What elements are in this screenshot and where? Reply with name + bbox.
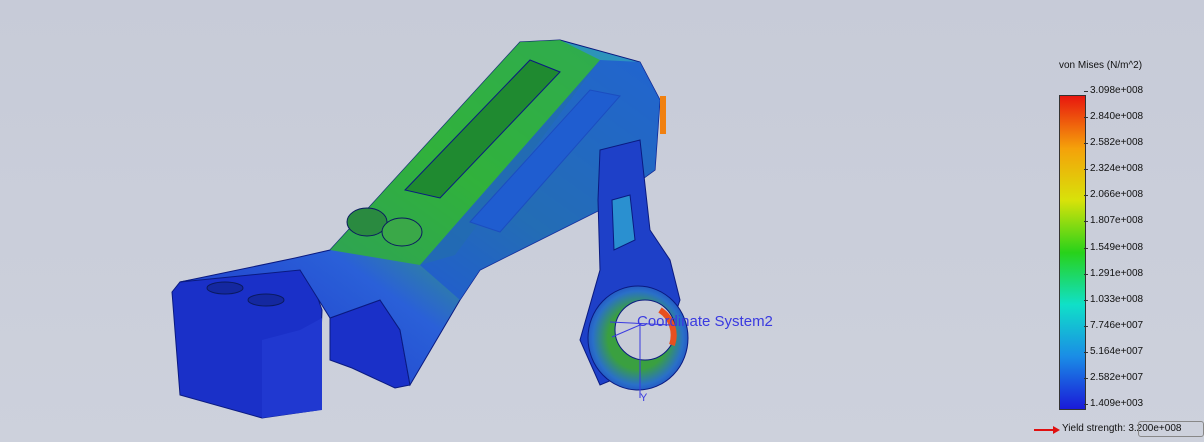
legend-color-bar	[1059, 95, 1086, 410]
legend-tick-label: 2.582e+008	[1083, 137, 1144, 149]
base-hole-2	[247, 293, 285, 307]
yield-arrow-icon	[1034, 426, 1060, 434]
legend-tick-label: 1.807e+008	[1083, 215, 1144, 227]
stress-plot-model[interactable]	[0, 0, 1040, 442]
legend-tick-label: 2.324e+008	[1083, 163, 1144, 175]
max-stress-spot	[660, 96, 666, 134]
yield-strength-indicator: Yield strength: 3.200e+008	[1034, 421, 1204, 439]
yield-value-box	[1138, 421, 1204, 437]
stress-legend[interactable]: von Mises (N/m^2) 3.098e+008 2.840e+008 2.…	[1050, 56, 1200, 416]
arm-hole-1	[346, 207, 388, 237]
legend-tick-label: 2.840e+008	[1083, 111, 1144, 123]
legend-title: von Mises (N/m^2)	[1059, 60, 1143, 71]
legend-tick-label: 7.746e+007	[1083, 319, 1144, 331]
legend-tick-label: 2.066e+008	[1083, 189, 1144, 201]
legend-tick-label: 1.409e+003	[1083, 398, 1144, 409]
legend-tick-label: 1.033e+008	[1083, 293, 1144, 305]
arm-hole-2	[381, 217, 423, 247]
coordinate-system-label: Coordinate System2	[637, 313, 773, 330]
legend-tick-label: 3.098e+008	[1083, 85, 1144, 96]
legend-tick-label: 5.164e+007	[1083, 345, 1144, 357]
base-hole-1	[206, 281, 244, 295]
legend-tick-label: 1.291e+008	[1083, 267, 1144, 279]
legend-tick-label: 1.549e+008	[1083, 241, 1144, 253]
legend-tick-label: 2.582e+007	[1083, 371, 1144, 383]
ring-inner	[614, 299, 676, 361]
graphics-viewport[interactable]: Coordinate System2 Y	[0, 0, 1204, 442]
axis-y-label: Y	[640, 392, 648, 404]
